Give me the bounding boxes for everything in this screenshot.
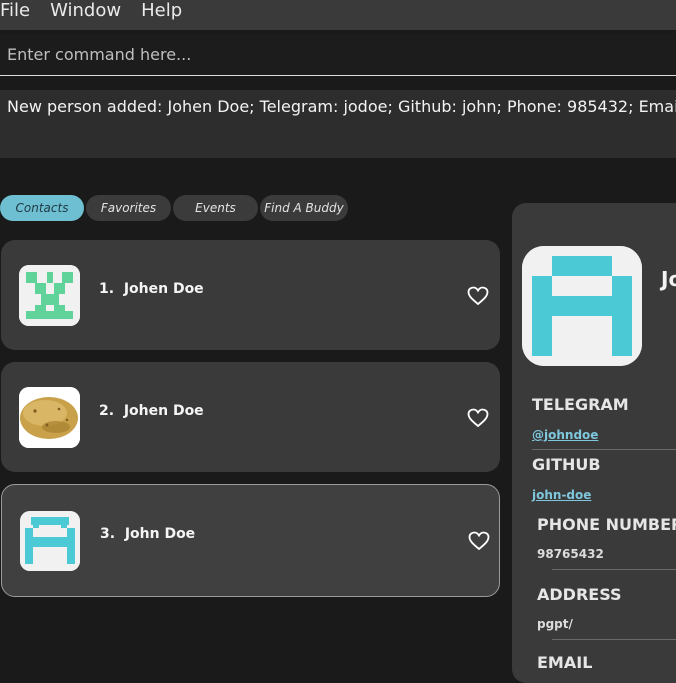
divider [552, 639, 676, 640]
address-label: ADDRESS [537, 585, 622, 604]
telegram-label: TELEGRAM [532, 395, 629, 414]
tab-bar: Contacts Favorites Events Find A Buddy [0, 195, 348, 221]
github-label: GITHUB [532, 455, 601, 474]
contact-name-row: 2. Johen Doe [99, 403, 204, 419]
cyan-pixel-avatar [20, 511, 80, 571]
contact-index: 1. [99, 281, 115, 297]
contact-name: Johen Doe [123, 281, 204, 297]
menu-help[interactable]: Help [131, 1, 192, 21]
phone-value: 98765432 [537, 547, 604, 561]
cyan-pixel-avatar [522, 246, 642, 366]
tab-events[interactable]: Events [173, 195, 258, 221]
contact-card[interactable]: 2. Johen Doe [1, 362, 500, 472]
command-input[interactable] [0, 34, 676, 75]
contact-name: John Doe [124, 526, 196, 542]
contact-detail-panel: Jo TELEGRAM @johndoe GITHUB john-doe PHO… [512, 203, 676, 683]
menu-bar: File Window Help [0, 0, 676, 30]
heart-icon[interactable] [467, 408, 489, 428]
green-pixel-avatar [19, 265, 80, 326]
menu-window[interactable]: Window [40, 1, 131, 21]
tab-contacts-label: Contacts [15, 201, 69, 215]
contact-name-row: 1. Johen Doe [99, 281, 204, 297]
divider [552, 569, 676, 570]
email-label: EMAIL [537, 653, 593, 672]
contact-index: 3. [100, 526, 116, 542]
command-box [0, 34, 676, 76]
tab-favorites[interactable]: Favorites [86, 195, 171, 221]
tab-favorites-label: Favorites [100, 201, 157, 215]
result-display: New person added: Johen Doe; Telegram: j… [0, 90, 676, 158]
result-text: New person added: Johen Doe; Telegram: j… [7, 97, 676, 116]
potato-avatar [19, 387, 80, 448]
tab-contacts[interactable]: Contacts [0, 195, 84, 221]
contact-name-row: 3. John Doe [100, 526, 195, 542]
contact-name: Johen Doe [123, 403, 204, 419]
github-link[interactable]: john-doe [532, 488, 591, 502]
contact-card[interactable]: 1. Johen Doe [1, 240, 500, 350]
contact-index: 2. [99, 403, 115, 419]
tab-find-a-buddy-label: Find A Buddy [264, 201, 344, 215]
divider [532, 449, 676, 450]
tab-events-label: Events [195, 201, 236, 215]
phone-label: PHONE NUMBER [537, 515, 676, 534]
heart-icon[interactable] [467, 286, 489, 306]
contact-card-selected[interactable]: 3. John Doe [1, 484, 500, 597]
address-value: pgpt/ [537, 617, 573, 631]
tab-find-a-buddy[interactable]: Find A Buddy [260, 195, 348, 221]
menu-file[interactable]: File [0, 1, 40, 21]
telegram-link[interactable]: @johndoe [532, 428, 598, 442]
heart-icon[interactable] [468, 531, 490, 551]
detail-name: Jo [661, 267, 676, 291]
